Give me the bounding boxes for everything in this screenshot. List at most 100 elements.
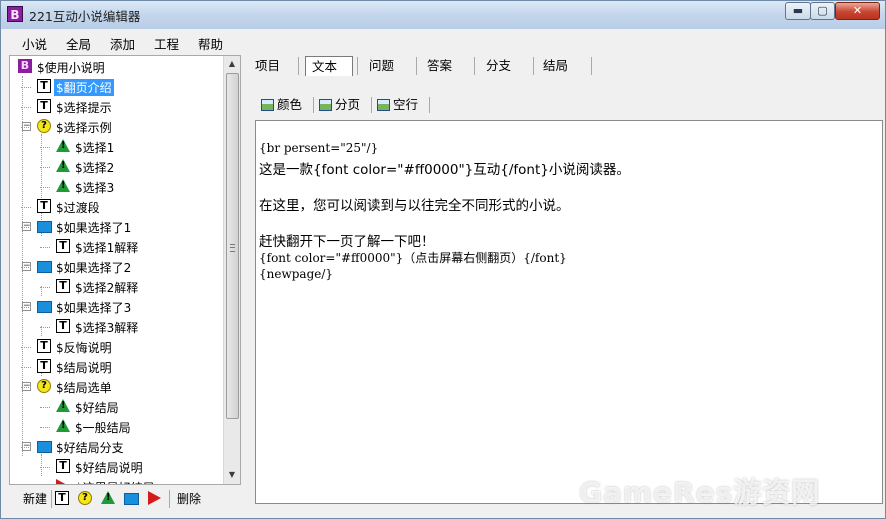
tab-divider <box>591 57 592 75</box>
editor-line[interactable]: 这是一款{font color="#ff0000"}互动{/font}小说阅读器… <box>259 158 630 178</box>
format-toolbar: 颜色 分页 空行 <box>257 95 432 117</box>
editor-line[interactable]: 赶快翻开下一页了解一下吧！ <box>259 230 435 250</box>
delete-button[interactable]: 删除 <box>177 490 201 507</box>
picture-icon <box>377 99 390 111</box>
editor-line[interactable]: {newpage/} <box>259 267 333 281</box>
tree-item[interactable]: − $如果选择了3 <box>10 298 224 316</box>
tree-item[interactable]: $选择3 <box>10 178 224 196</box>
new-button[interactable]: 新建 <box>23 490 47 507</box>
toolbar-divider <box>371 97 372 113</box>
app-window: B 221互动小说编辑器 ▬ ▢ ✕ 小说 全局 添加 工程 帮助 B $使用小说… <box>0 0 886 519</box>
tree-item[interactable]: $好结局 <box>10 398 224 416</box>
editor-line[interactable]: {font color="#ff0000"}（点击屏幕右侧翻页）{/font} <box>259 249 567 266</box>
color-button[interactable]: 颜色 <box>261 95 302 115</box>
window-title: 221互动小说编辑器 <box>29 9 141 24</box>
tree-connector <box>40 247 50 248</box>
tree-item[interactable]: B $使用小说明 <box>10 58 224 76</box>
text-icon: T <box>37 199 51 213</box>
app-logo-icon: B <box>7 6 23 22</box>
tab-text[interactable]: 文本 <box>305 56 353 76</box>
title-bar[interactable]: B 221互动小说编辑器 ▬ ▢ ✕ <box>1 1 885 29</box>
tree-item-label: $如果选择了3 <box>56 301 132 315</box>
tree-item[interactable]: T $选择1解释 <box>10 238 224 256</box>
tree-item[interactable]: T $翻页介绍 <box>10 78 224 96</box>
tree-item[interactable]: $一般结局 <box>10 418 224 436</box>
tree-connector <box>21 367 31 368</box>
folder-icon <box>37 301 52 313</box>
toolbar-divider <box>169 490 170 508</box>
tree-item-label: $好结局分支 <box>56 441 124 455</box>
tree-connector <box>40 427 50 428</box>
close-button[interactable]: ✕ <box>835 2 880 20</box>
add-answer-icon[interactable] <box>101 491 115 504</box>
tree-item[interactable]: $这里是好结局 <box>10 478 224 484</box>
tab-divider <box>474 57 475 75</box>
tree-item-label: $一般结局 <box>75 421 131 435</box>
text-icon: T <box>56 459 70 473</box>
add-ending-icon[interactable] <box>148 491 161 505</box>
warning-icon <box>56 399 70 412</box>
page-break-label: 分页 <box>335 97 361 112</box>
tab-divider <box>416 57 417 75</box>
scroll-grip-icon <box>230 244 235 252</box>
tree-scrollbar[interactable]: ▲ ▼ <box>223 56 240 484</box>
tab-branch[interactable]: 分支 <box>480 56 517 76</box>
add-text-icon[interactable]: T <box>55 491 69 505</box>
menu-project[interactable]: 工程 <box>154 34 179 53</box>
menu-novel[interactable]: 小说 <box>22 34 47 53</box>
menu-global[interactable]: 全局 <box>66 34 91 53</box>
tree-item[interactable]: T $选择提示 <box>10 98 224 116</box>
add-branch-icon[interactable] <box>124 493 139 505</box>
tree-item[interactable]: −? $结局选单 <box>10 378 224 396</box>
tree-item[interactable]: T $过渡段 <box>10 198 224 216</box>
panel-splitter[interactable] <box>243 55 249 511</box>
menu-add[interactable]: 添加 <box>110 34 135 53</box>
text-editor[interactable]: {br persent="25"/} 这是一款{font color="#ff0… <box>255 120 883 504</box>
tab-ending[interactable]: 结局 <box>537 56 574 76</box>
tree-item[interactable]: − $好结局分支 <box>10 438 224 456</box>
add-question-icon[interactable]: ? <box>78 491 92 505</box>
menu-bar: 小说 全局 添加 工程 帮助 <box>1 31 885 53</box>
menu-help[interactable]: 帮助 <box>198 34 223 53</box>
tab-divider <box>533 57 534 75</box>
tree-item[interactable]: $选择2 <box>10 158 224 176</box>
blank-line-button[interactable]: 空行 <box>377 95 418 115</box>
tab-answer[interactable]: 答案 <box>421 56 458 76</box>
page-break-button[interactable]: 分页 <box>319 95 360 115</box>
tree-connector <box>40 287 50 288</box>
tree-item[interactable]: − $如果选择了2 <box>10 258 224 276</box>
tree-item[interactable]: −? $选择示例 <box>10 118 224 136</box>
tree-item[interactable]: T $选择3解释 <box>10 318 224 336</box>
scroll-up-arrow-icon[interactable]: ▲ <box>224 56 240 72</box>
tree-connector <box>21 347 31 348</box>
tree-item-label: $选择3 <box>75 181 115 195</box>
tab-project[interactable]: 项目 <box>249 56 286 76</box>
tree-connector <box>40 407 50 408</box>
tree-connector <box>21 87 31 88</box>
tree-item-label: $结局说明 <box>56 361 112 375</box>
tree-item[interactable]: T $反悔说明 <box>10 338 224 356</box>
tree-connector <box>21 207 31 208</box>
tree-item[interactable]: T $好结局说明 <box>10 458 224 476</box>
tree-item-label: $选择提示 <box>56 101 112 115</box>
tree-item[interactable]: T $结局说明 <box>10 358 224 376</box>
tree-item-label: $结局选单 <box>56 381 112 395</box>
tree-connector <box>21 127 31 128</box>
warning-icon <box>56 419 70 432</box>
tree-item[interactable]: − $如果选择了1 <box>10 218 224 236</box>
tree-item-label: $这里是好结局 <box>73 479 157 484</box>
tab-question[interactable]: 问题 <box>363 56 400 76</box>
tree-item[interactable]: $选择1 <box>10 138 224 156</box>
folder-icon <box>37 221 52 233</box>
editor-line[interactable]: {br persent="25"/} <box>259 141 378 155</box>
tree-item[interactable]: T $选择2解释 <box>10 278 224 296</box>
minimize-button[interactable]: ▬ <box>785 2 811 20</box>
scroll-thumb[interactable] <box>226 73 239 419</box>
story-tree-panel[interactable]: B$使用小说明T$翻页介绍T$选择提示−?$选择示例$选择1$选择2$选择3T$… <box>9 55 241 485</box>
maximize-button[interactable]: ▢ <box>810 2 835 20</box>
warning-icon <box>56 159 70 172</box>
scroll-down-arrow-icon[interactable]: ▼ <box>224 467 240 483</box>
editor-line[interactable]: 在这里，您可以阅读到与以往完全不同形式的小说。 <box>259 194 570 214</box>
tree-toolbar: 新建 T ? 删除 <box>9 487 241 511</box>
tree-connector <box>21 387 31 388</box>
